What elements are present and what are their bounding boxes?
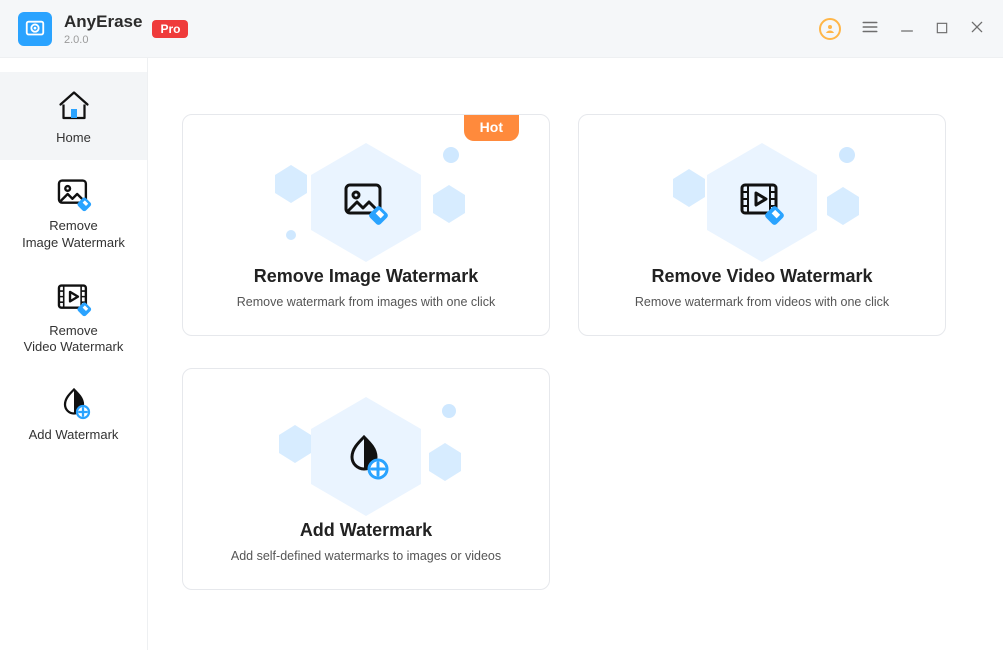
remove-image-watermark-icon (342, 179, 390, 232)
app-name: AnyErase (64, 12, 142, 32)
card-title: Remove Video Watermark (651, 266, 872, 287)
sidebar-item-label: Remove Video Watermark (24, 323, 124, 356)
hot-badge: Hot (464, 115, 519, 141)
card-add-watermark[interactable]: Add Watermark Add self-defined watermark… (182, 368, 550, 590)
menu-icon[interactable] (861, 18, 879, 39)
sidebar: Home Remove Image Watermark (0, 58, 148, 650)
card-remove-video-watermark[interactable]: Remove Video Watermark Remove watermark … (578, 114, 946, 336)
remove-video-watermark-icon (738, 179, 786, 232)
card-title: Add Watermark (300, 520, 432, 541)
minimize-button[interactable] (899, 19, 915, 38)
sidebar-item-add-watermark[interactable]: Add Watermark (0, 369, 147, 457)
close-button[interactable] (969, 19, 985, 38)
sidebar-item-label: Home (56, 130, 91, 146)
app-logo-icon (18, 12, 52, 46)
titlebar: AnyErase 2.0.0 Pro (0, 0, 1003, 58)
remove-image-watermark-icon (55, 176, 93, 212)
content-area: Hot (148, 58, 1003, 650)
sidebar-item-label: Add Watermark (29, 427, 119, 443)
app-version: 2.0.0 (64, 34, 142, 46)
add-watermark-icon (56, 385, 92, 421)
pro-badge: Pro (152, 20, 188, 38)
card-desc: Remove watermark from images with one cl… (237, 295, 495, 309)
maximize-button[interactable] (935, 20, 949, 38)
sidebar-item-label: Remove Image Watermark (22, 218, 125, 251)
card-desc: Remove watermark from videos with one cl… (635, 295, 889, 309)
card-desc: Add self-defined watermarks to images or… (231, 549, 501, 563)
remove-video-watermark-icon (55, 281, 93, 317)
sidebar-item-remove-image-watermark[interactable]: Remove Image Watermark (0, 160, 147, 265)
card-remove-image-watermark[interactable]: Hot (182, 114, 550, 336)
home-icon (56, 88, 92, 124)
window-controls (819, 18, 985, 40)
sidebar-item-home[interactable]: Home (0, 72, 147, 160)
add-watermark-icon (342, 433, 390, 486)
sidebar-item-remove-video-watermark[interactable]: Remove Video Watermark (0, 265, 147, 370)
account-icon[interactable] (819, 18, 841, 40)
card-title: Remove Image Watermark (254, 266, 478, 287)
app-title-block: AnyErase 2.0.0 (64, 12, 142, 46)
